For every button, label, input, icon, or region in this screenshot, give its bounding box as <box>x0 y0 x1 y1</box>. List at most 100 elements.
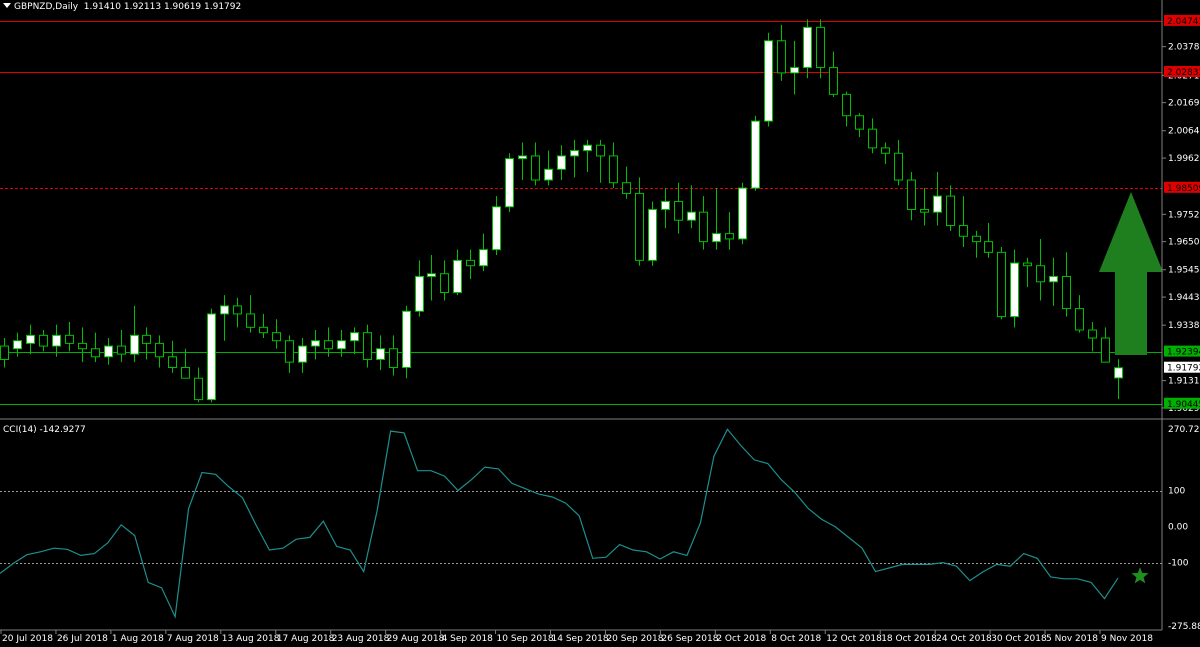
candle-body <box>194 377 203 401</box>
candle[interactable] <box>78 327 87 363</box>
candle[interactable] <box>207 308 216 403</box>
candle[interactable] <box>65 321 74 352</box>
candle[interactable] <box>699 196 708 250</box>
candle[interactable] <box>829 51 838 98</box>
level-label: 1.90445 <box>1167 400 1200 410</box>
candle[interactable] <box>518 142 527 181</box>
time-label: 20 Jul 2018 <box>2 634 53 644</box>
cci-tick-label: 100 <box>1168 487 1185 497</box>
candle[interactable] <box>479 233 488 272</box>
candle[interactable] <box>91 332 100 363</box>
candle[interactable] <box>609 142 618 189</box>
candle[interactable] <box>583 139 592 172</box>
candle[interactable] <box>26 324 35 355</box>
candle[interactable] <box>997 246 1006 320</box>
candle[interactable] <box>712 188 721 250</box>
candle[interactable] <box>130 305 139 363</box>
candle[interactable] <box>1023 257 1032 288</box>
candle[interactable] <box>596 139 605 183</box>
candle[interactable] <box>1049 257 1058 306</box>
candle[interactable] <box>453 249 462 296</box>
candle[interactable] <box>1101 327 1110 363</box>
candle[interactable] <box>440 260 449 301</box>
candle[interactable] <box>803 19 812 79</box>
candle[interactable] <box>415 260 424 317</box>
candle-body <box>1010 262 1019 318</box>
candle[interactable] <box>298 338 307 373</box>
candle[interactable] <box>661 188 670 229</box>
candle[interactable] <box>402 305 411 379</box>
candle[interactable] <box>907 171 916 221</box>
candle[interactable] <box>544 150 553 186</box>
candle[interactable] <box>570 139 579 178</box>
candle[interactable] <box>350 327 359 355</box>
candle[interactable] <box>738 182 747 245</box>
candle[interactable] <box>622 166 631 199</box>
candle[interactable] <box>1062 252 1071 317</box>
candle[interactable] <box>972 230 981 258</box>
candle[interactable] <box>117 329 126 363</box>
candle[interactable] <box>674 182 683 234</box>
candle[interactable] <box>155 335 164 368</box>
candle[interactable] <box>246 295 255 333</box>
candle[interactable] <box>868 118 877 154</box>
candle[interactable] <box>376 335 385 371</box>
candle[interactable] <box>764 32 773 127</box>
candle-body <box>764 40 773 122</box>
candle[interactable] <box>363 324 372 368</box>
candle[interactable] <box>855 113 864 138</box>
candle[interactable] <box>1075 295 1084 333</box>
candle[interactable] <box>13 332 22 357</box>
candle[interactable] <box>946 185 955 231</box>
candle[interactable] <box>285 335 294 373</box>
candle[interactable] <box>984 222 993 258</box>
candle[interactable] <box>1010 249 1019 328</box>
candle[interactable] <box>104 338 113 365</box>
candle[interactable] <box>1088 321 1097 352</box>
candle[interactable] <box>194 367 203 403</box>
candle[interactable] <box>881 142 890 164</box>
cci-line[interactable] <box>0 428 1119 619</box>
candle[interactable] <box>557 145 566 181</box>
price-pane[interactable]: 2.037802.027102.016902.006401.996201.975… <box>0 14 1200 414</box>
candle[interactable] <box>168 340 177 373</box>
candle[interactable] <box>687 185 696 229</box>
candle[interactable] <box>816 19 825 79</box>
candle[interactable] <box>52 324 61 357</box>
candle[interactable] <box>933 171 942 226</box>
candle[interactable] <box>920 188 929 226</box>
candle-body <box>440 273 449 294</box>
candle[interactable] <box>790 40 799 95</box>
candle[interactable] <box>220 295 229 341</box>
candle[interactable] <box>311 329 320 360</box>
candle-body <box>1036 265 1045 283</box>
chart-area[interactable]: 2.037802.027102.016902.006401.996201.975… <box>0 0 1200 647</box>
candle[interactable] <box>725 212 734 250</box>
candle[interactable] <box>272 319 281 349</box>
candle[interactable] <box>39 329 48 352</box>
candle[interactable] <box>492 196 501 256</box>
candle[interactable] <box>1114 359 1123 400</box>
candle-body <box>622 182 631 194</box>
candle[interactable] <box>259 313 268 339</box>
candle[interactable] <box>635 177 644 266</box>
candle[interactable] <box>751 115 760 191</box>
candle[interactable] <box>0 338 9 368</box>
candle[interactable] <box>181 348 190 379</box>
candle[interactable] <box>531 142 540 186</box>
candle[interactable] <box>894 139 903 186</box>
candle[interactable] <box>466 249 475 280</box>
candle[interactable] <box>959 196 968 247</box>
candle[interactable] <box>233 297 242 328</box>
candle[interactable] <box>389 335 398 376</box>
dropdown-triangle-icon[interactable] <box>3 3 11 8</box>
candle[interactable] <box>505 153 514 213</box>
candle[interactable] <box>842 91 851 127</box>
candle[interactable] <box>1036 238 1045 301</box>
cci-pane[interactable]: 270.7274 100 0.00 -100 -275.8897 <box>0 425 1200 632</box>
candle[interactable] <box>427 255 436 301</box>
candle-body <box>544 168 553 181</box>
candle[interactable] <box>777 24 786 81</box>
candle[interactable] <box>648 201 657 266</box>
candle[interactable] <box>142 327 151 360</box>
